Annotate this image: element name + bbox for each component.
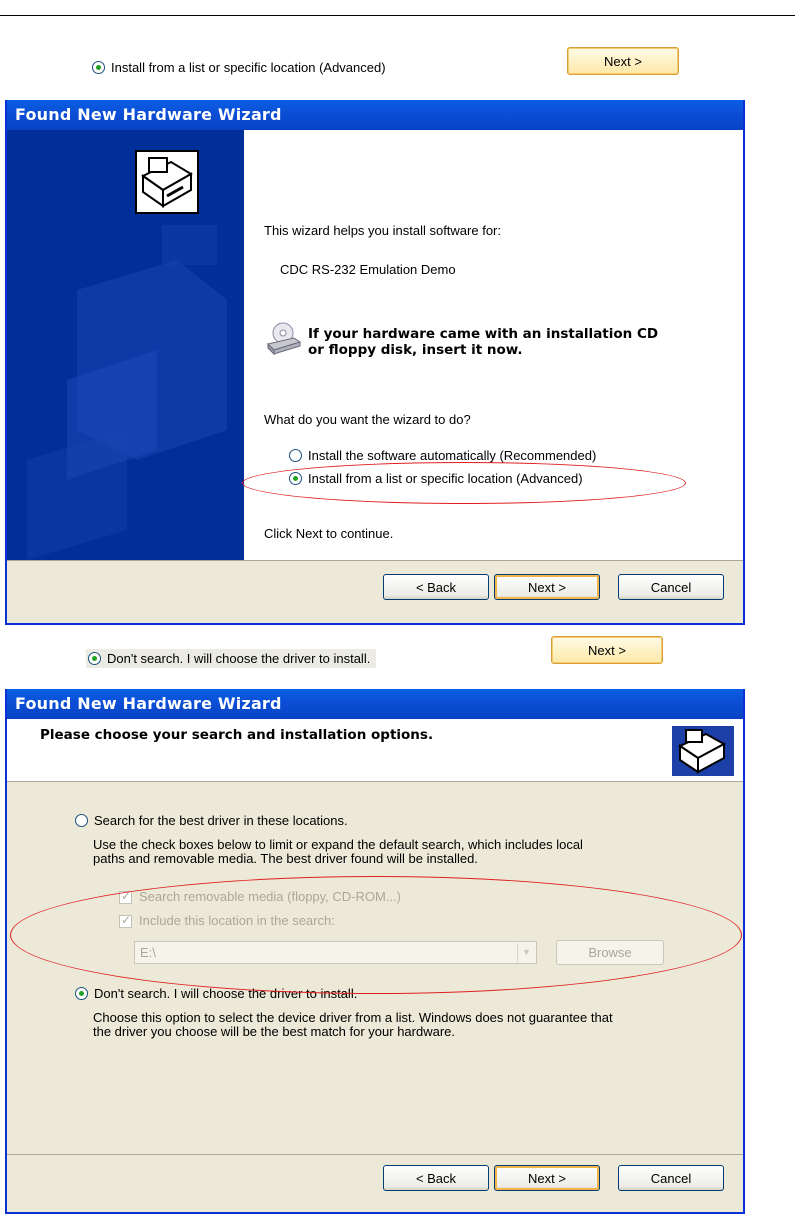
checkbox-include-location[interactable] (119, 913, 132, 928)
hardware-card-icon (135, 150, 199, 214)
option-search-best[interactable]: Search for the best driver in these loca… (75, 813, 348, 828)
back-button[interactable]: < Back (383, 574, 489, 600)
wizard-footer: < Back Next > Cancel (7, 560, 743, 623)
browse-button[interactable]: Browse (556, 940, 664, 965)
option-label: Don't search. I will choose the driver t… (94, 986, 358, 1001)
hint-next-button[interactable]: Next > (551, 636, 663, 664)
radio-icon[interactable] (75, 987, 88, 1000)
checkbox-removable-label: Search removable media (floppy, CD-ROM..… (139, 889, 402, 904)
checkbox-removable-media[interactable] (119, 889, 132, 904)
continue-text: Click Next to continue. (264, 526, 394, 541)
hint-option-label: Install from a list or specific location… (111, 60, 386, 75)
hardware-card-icon (670, 724, 736, 778)
dont-search-desc-line1: Choose this option to select the device … (93, 1010, 613, 1025)
radio-icon[interactable] (75, 814, 88, 827)
next-button[interactable]: Next > (494, 1165, 600, 1191)
hint-dont-search: Don't search. I will choose the driver t… (86, 649, 377, 668)
hint-next-button[interactable]: Next > (567, 47, 679, 75)
question-text: What do you want the wizard to do? (264, 412, 471, 427)
option-dont-search[interactable]: Don't search. I will choose the driver t… (75, 986, 357, 1001)
wizard-window-1: Found New Hardware Wizard This wizard he… (5, 100, 745, 625)
wizard-body: Search for the best driver in these loca… (7, 782, 743, 1154)
wizard-window-2: Found New Hardware Wizard Please choose … (5, 689, 745, 1214)
chevron-down-icon[interactable]: ▼ (517, 943, 535, 962)
radio-icon (92, 61, 105, 74)
wizard-footer: < Back Next > Cancel (7, 1154, 743, 1212)
location-combo[interactable]: E:\ ▼ (134, 941, 537, 964)
wizard-sidebar (7, 130, 244, 560)
device-name: CDC RS-232 Emulation Demo (280, 262, 456, 277)
option-label: Install from a list or specific location… (308, 471, 583, 486)
window-title: Found New Hardware Wizard (7, 100, 743, 130)
search-desc-line1: Use the check boxes below to limit or ex… (93, 837, 583, 852)
radio-icon[interactable] (289, 472, 302, 485)
radio-icon (88, 652, 101, 665)
next-button[interactable]: Next > (494, 574, 600, 600)
option-label: Install the software automatically (Reco… (308, 448, 597, 463)
hint-install-advanced: Install from a list or specific location… (92, 60, 386, 75)
cd-drive-icon (266, 320, 302, 356)
option-install-advanced[interactable]: Install from a list or specific location… (289, 471, 583, 486)
checkbox-location-label: Include this location in the search: (139, 913, 335, 928)
option-label: Search for the best driver in these loca… (94, 813, 348, 828)
radio-icon[interactable] (289, 449, 302, 462)
cancel-button[interactable]: Cancel (618, 574, 724, 600)
sidebar-watermark (27, 225, 227, 560)
cancel-button[interactable]: Cancel (618, 1165, 724, 1191)
cd-prompt-line2: or floppy disk, insert it now. (308, 342, 523, 358)
dont-search-desc-line2: the driver you choose will be the best m… (93, 1024, 456, 1039)
cd-prompt-line1: If your hardware came with an installati… (308, 326, 659, 342)
intro-text: This wizard helps you install software f… (264, 223, 501, 238)
window-title: Found New Hardware Wizard (7, 689, 743, 719)
page-heading: Please choose your search and installati… (40, 727, 434, 743)
search-desc-line2: paths and removable media. The best driv… (93, 851, 478, 866)
back-button[interactable]: < Back (383, 1165, 489, 1191)
hint-option-label: Don't search. I will choose the driver t… (107, 651, 371, 666)
option-install-auto[interactable]: Install the software automatically (Reco… (289, 448, 596, 463)
location-value: E:\ (140, 945, 156, 960)
wizard-content: This wizard helps you install software f… (244, 130, 743, 560)
wizard-header: Please choose your search and installati… (7, 719, 743, 782)
top-divider (0, 15, 795, 16)
